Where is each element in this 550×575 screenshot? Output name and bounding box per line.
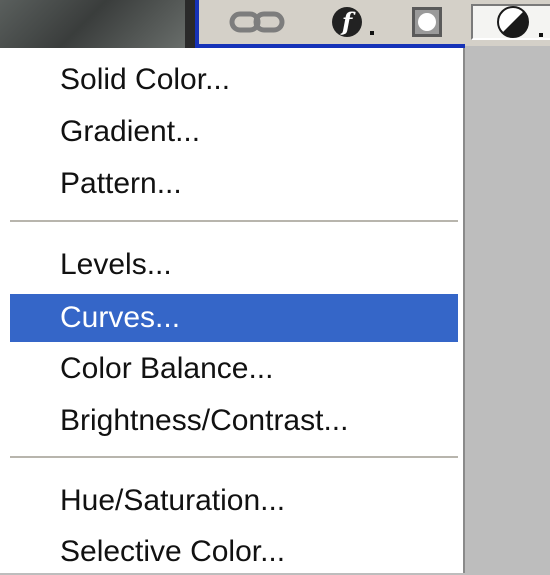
layer-style-icon: f [332, 7, 362, 37]
menu-item-curves[interactable]: Curves... [10, 294, 458, 342]
menu-item-levels[interactable]: Levels... [10, 242, 458, 288]
menu-item-pattern[interactable]: Pattern... [10, 161, 458, 207]
layers-palette-toolbar: f [195, 0, 550, 46]
menu-item-color-balance[interactable]: Color Balance... [10, 346, 458, 392]
menu-item-selective-color[interactable]: Selective Color... [10, 529, 458, 575]
menu-item-brightness-contrast[interactable]: Brightness/Contrast... [10, 398, 458, 444]
menu-item-gradient[interactable]: Gradient... [10, 109, 458, 155]
menu-item-hue-saturation[interactable]: Hue/Saturation... [10, 478, 458, 524]
layer-style-button[interactable]: f [319, 4, 379, 40]
menu-separator [10, 456, 458, 460]
menu-item-solid-color[interactable]: Solid Color... [10, 57, 458, 103]
add-layer-mask-button[interactable] [404, 4, 450, 40]
document-canvas [0, 0, 190, 48]
canvas-edge [185, 0, 195, 48]
link-layers-icon [229, 11, 285, 33]
adjustment-layer-menu: Solid Color... Gradient... Pattern... Le… [0, 48, 465, 573]
link-layers-button[interactable] [227, 4, 287, 40]
adjustment-layer-icon [496, 6, 529, 38]
layer-mask-icon [412, 7, 442, 37]
menu-separator [10, 220, 458, 224]
chevron-down-icon [539, 33, 543, 37]
new-adjustment-layer-button[interactable] [471, 4, 550, 40]
chevron-down-icon [370, 31, 374, 35]
